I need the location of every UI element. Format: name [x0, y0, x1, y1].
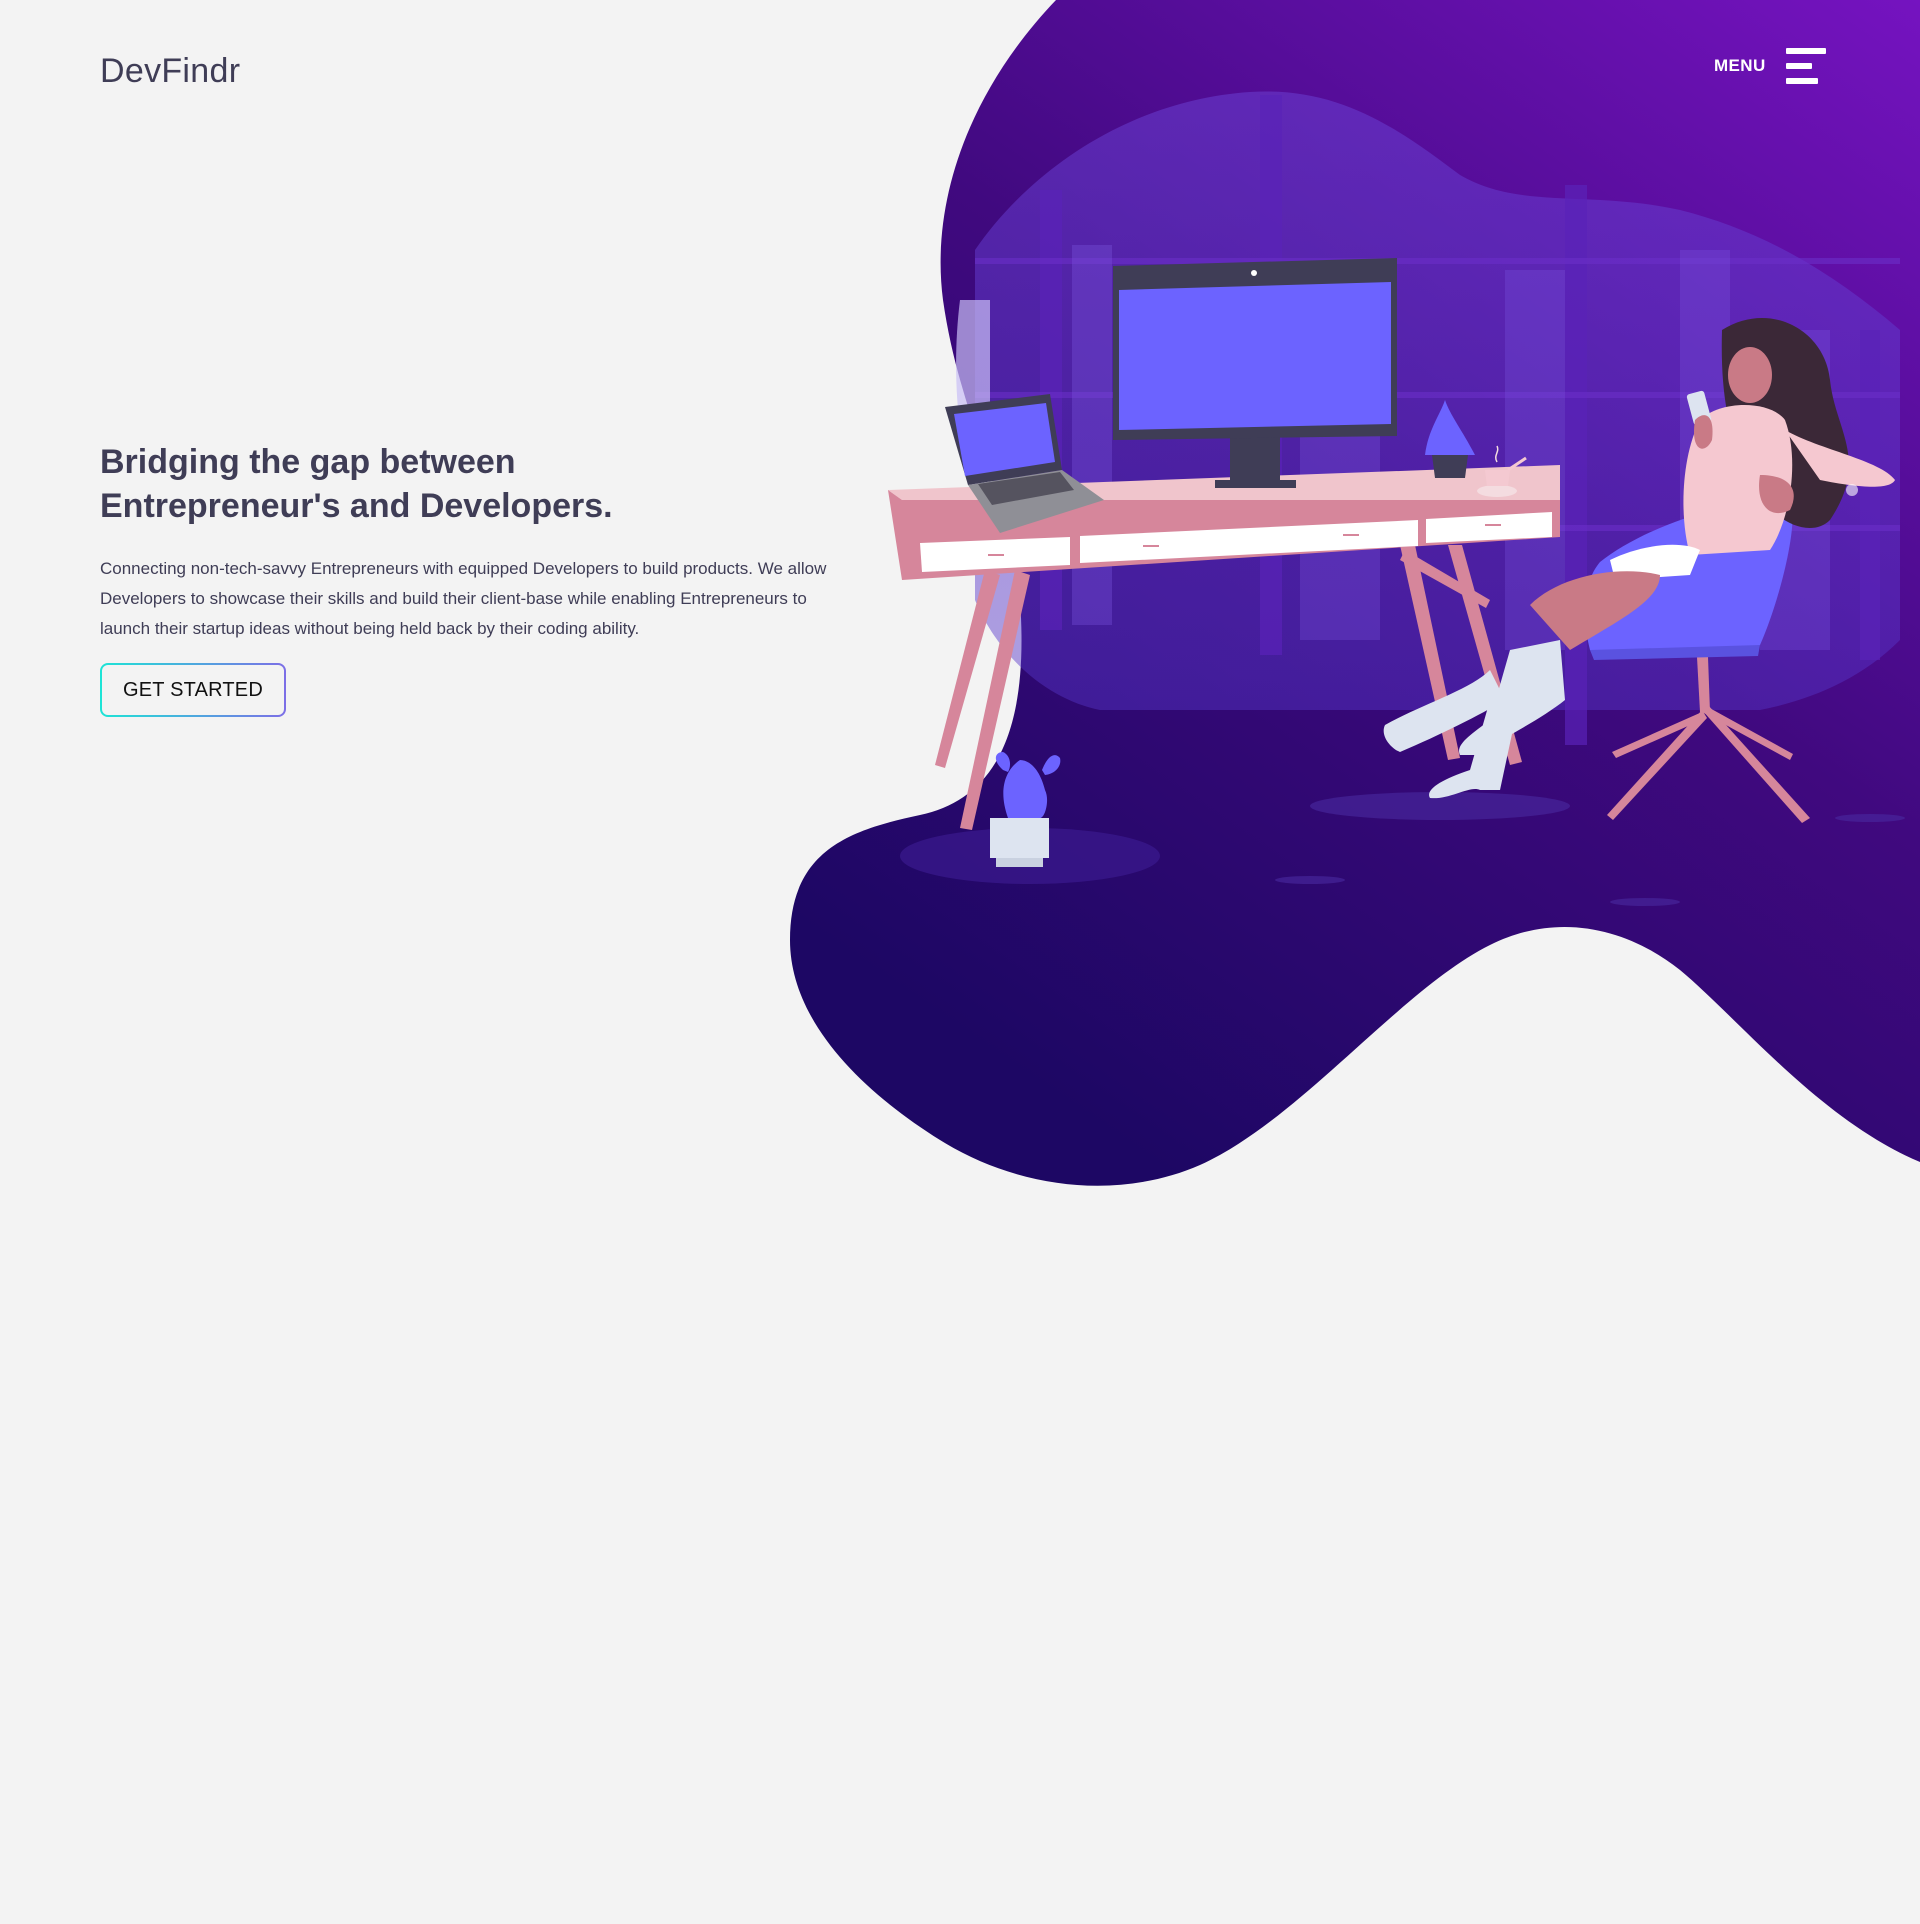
- menu-icon-bar: [1785, 78, 1818, 84]
- menu-icon-bar: [1785, 48, 1826, 54]
- hero-description: Connecting non-tech-savvy Entrepreneurs …: [100, 559, 827, 638]
- hamburger-menu-icon[interactable]: [1785, 48, 1828, 84]
- menu-button[interactable]: MENU: [1714, 48, 1828, 84]
- get-started-label: GET STARTED: [102, 665, 284, 715]
- hero-title: Bridging the gap between Entrepreneur's …: [100, 443, 613, 525]
- hero-section: Bridging the gap between Entrepreneur's …: [100, 440, 840, 644]
- get-started-button[interactable]: GET STARTED: [100, 663, 286, 717]
- menu-icon-bar: [1785, 63, 1812, 69]
- brand-logo[interactable]: DevFindr: [100, 52, 240, 91]
- menu-label: MENU: [1714, 56, 1766, 75]
